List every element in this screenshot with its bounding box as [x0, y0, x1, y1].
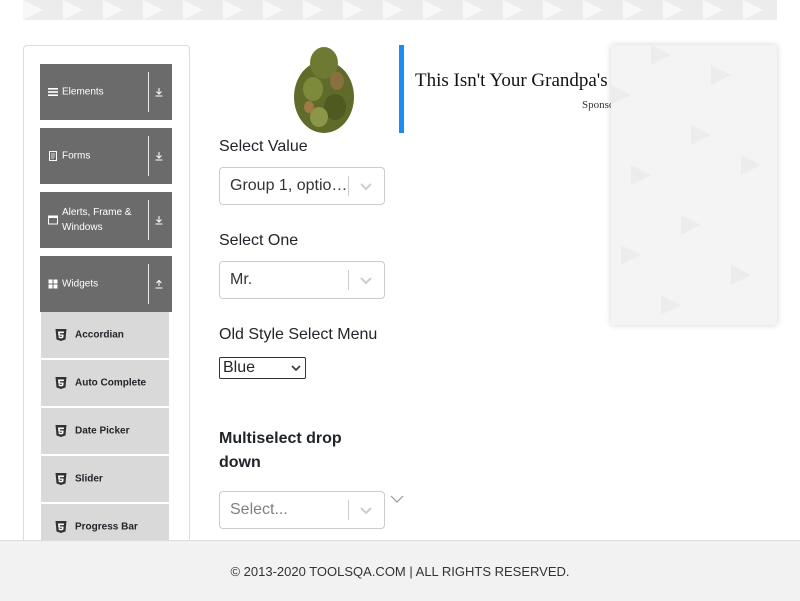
multiselect-dropdown[interactable]: Select... — [219, 491, 385, 529]
sidebar-item-label: Date Picker — [75, 425, 130, 437]
sidebar-item-label: Progress Bar — [75, 521, 138, 533]
footer-copyright: © 2013-2020 TOOLSQA.COM | ALL RIGHTS RES… — [230, 564, 570, 579]
sidebar-group-elements[interactable]: Elements — [40, 64, 172, 120]
select-separator — [348, 176, 349, 196]
old-style-select-label: Old Style Select Menu — [219, 326, 378, 343]
select-value-current: Group 1, option 1 — [230, 177, 348, 194]
chevron-down-icon[interactable] — [358, 178, 374, 194]
left-panel: Elements Forms Alerts, Frame & Windows W… — [23, 45, 190, 567]
sidebar-item-auto-complete[interactable]: Auto Complete — [41, 360, 169, 406]
multiselect-label: Multiselect drop down — [219, 430, 342, 471]
html5-icon — [55, 425, 67, 437]
group-divider — [148, 200, 149, 240]
banner-pattern — [23, 0, 763, 20]
sidebar-group-label: Alerts, Frame & Windows — [62, 207, 132, 233]
old-style-select[interactable]: Blue — [219, 357, 306, 379]
footer: © 2013-2020 TOOLSQA.COM | ALL RIGHTS RES… — [0, 540, 800, 601]
html5-icon — [55, 473, 67, 485]
hamburger-icon — [48, 88, 58, 96]
select-separator — [348, 270, 349, 290]
chevron-down-icon[interactable] — [358, 272, 374, 288]
window-icon — [48, 215, 58, 225]
html5-icon — [55, 329, 67, 341]
sidebar-group-widgets[interactable]: Widgets — [40, 256, 172, 312]
sidebar-group-label: Forms — [62, 150, 91, 162]
download-arrow-icon[interactable] — [154, 215, 164, 225]
sidebar-item-date-picker[interactable]: Date Picker — [41, 408, 169, 454]
select-one-label: Select One — [219, 232, 299, 249]
widgets-grid-icon — [48, 279, 58, 289]
select-separator — [348, 500, 349, 520]
form-doc-icon — [49, 151, 57, 161]
ad-accent-bar — [399, 45, 404, 133]
group-divider — [148, 72, 149, 112]
sidebar-item-slider[interactable]: Slider — [41, 456, 169, 502]
select-one-dropdown[interactable]: Mr. — [219, 261, 385, 299]
group-divider — [148, 264, 149, 304]
sidebar-group-forms[interactable]: Forms — [40, 128, 172, 184]
old-style-select-current: Blue — [223, 359, 256, 376]
sidebar-group-label: Elements — [62, 86, 104, 98]
group-divider — [148, 136, 149, 176]
chevron-down-icon[interactable] — [390, 494, 404, 504]
chevron-down-icon[interactable] — [358, 502, 374, 518]
sidebar-item-accordian[interactable]: Accordian — [41, 312, 169, 358]
sidebar-item-label: Accordian — [75, 329, 124, 341]
html5-icon — [55, 521, 67, 533]
sidebar-item-label: Auto Complete — [75, 377, 147, 389]
select-value-label: Select Value — [219, 138, 308, 155]
select-one-current: Mr. — [230, 271, 253, 288]
sidebar-group-alerts[interactable]: Alerts, Frame & Windows — [40, 192, 172, 248]
html5-icon — [55, 377, 67, 389]
download-arrow-icon[interactable] — [154, 151, 164, 161]
select-value-dropdown[interactable]: Group 1, option 1 — [219, 167, 385, 205]
ad-box[interactable] — [219, 45, 405, 133]
overlay-pattern — [611, 45, 761, 315]
upload-arrow-icon[interactable] — [154, 279, 164, 289]
chevron-down-icon — [291, 365, 301, 372]
sidebar-item-label: Slider — [75, 473, 103, 485]
top-banner-ad — [23, 0, 777, 20]
download-arrow-icon[interactable] — [154, 87, 164, 97]
multiselect-placeholder: Select... — [230, 501, 288, 518]
overlay-ad-panel — [611, 45, 777, 325]
sidebar-group-label: Widgets — [62, 278, 99, 290]
ad-product-image — [279, 45, 369, 133]
